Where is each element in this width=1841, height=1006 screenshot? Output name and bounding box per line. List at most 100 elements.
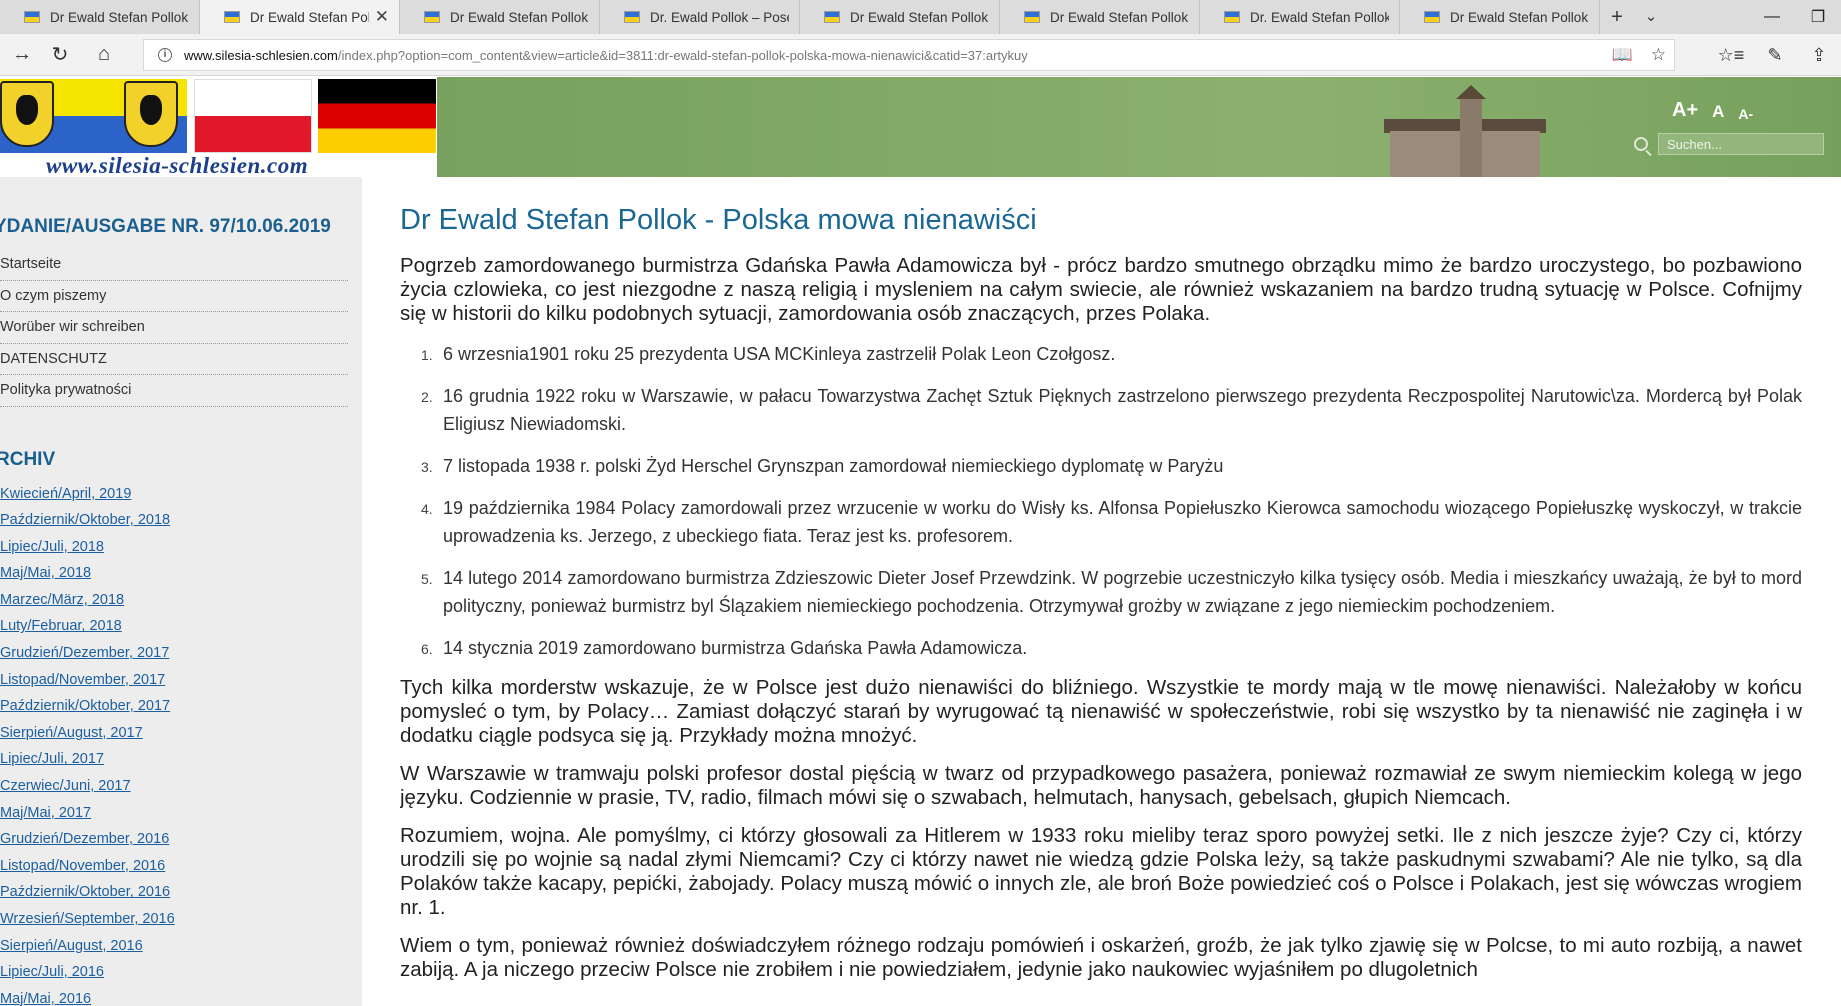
archive-link[interactable]: Lipiec/Juli, 2016 [0, 964, 104, 980]
menu-item-startseite[interactable]: Startseite [0, 249, 348, 281]
silesia-flag-favicon-icon [24, 11, 40, 23]
font-size-controls: A+ A A- [1672, 99, 1753, 122]
archive-item: Kwiecień/April, 2019 [0, 481, 348, 508]
browser-tab-bar: Dr Ewald Stefan Pollok - Kos Dr Ewald St… [0, 0, 1841, 34]
edition-heading: YDANIE/AUSGABE NR. 97/10.06.2019 [0, 216, 331, 237]
archive-item: Luty/Februar, 2018 [0, 613, 348, 640]
archive-link[interactable]: Lipiec/Juli, 2017 [0, 751, 104, 767]
archive-item: Maj/Mai, 2017 [0, 800, 348, 827]
archive-item: Grudzień/Dezember, 2017 [0, 640, 348, 667]
tab-list-chevron-down-icon[interactable]: ⌄ [1634, 0, 1668, 34]
archive-item: Lipiec/Juli, 2018 [0, 534, 348, 561]
archive-link[interactable]: Lipiec/Juli, 2018 [0, 539, 104, 555]
church-photo [1370, 85, 1550, 177]
silesia-eagle-coat-of-arms-icon [124, 81, 178, 147]
site-search [1634, 133, 1824, 155]
list-item-text: 14 lutego 2014 zamordowano burmistrza Zd… [443, 568, 1802, 616]
search-icon[interactable] [1634, 137, 1648, 151]
close-tab-icon[interactable]: ✕ [375, 7, 389, 27]
silesia-flag-favicon-icon [424, 11, 440, 23]
search-input[interactable] [1658, 133, 1824, 155]
silesia-flag-favicon-icon [1224, 11, 1240, 23]
archive-item: Listopad/November, 2017 [0, 667, 348, 694]
info-icon[interactable]: i [158, 48, 172, 62]
home-icon[interactable]: ⌂ [82, 34, 126, 76]
tab-title: Dr. Ewald Stefan Pollok - Po [1250, 9, 1389, 25]
share-icon[interactable]: ⇪ [1797, 45, 1841, 66]
archive-link[interactable]: Kwiecień/April, 2019 [0, 486, 131, 502]
pen-icon[interactable]: ✎ [1753, 45, 1797, 66]
browser-tab-8[interactable]: Dr Ewald Stefan Pollok - Oś [1400, 0, 1600, 34]
menu-item-polityka-prywatnosci[interactable]: Polityka prywatności [0, 375, 348, 407]
font-size-increase-button[interactable]: A+ [1672, 99, 1698, 122]
article-paragraph: W Warszawie w tramwaju polski profesor d… [400, 762, 1802, 809]
browser-tab-5[interactable]: Dr Ewald Stefan Pollok - Czy [800, 0, 1000, 34]
archive-link[interactable]: Wrzesień/September, 2016 [0, 911, 175, 927]
archive-link[interactable]: Czerwiec/Juni, 2017 [0, 778, 131, 794]
browser-tab-3[interactable]: Dr Ewald Stefan Pollok - Os [400, 0, 600, 34]
list-item: 6. 14 stycznia 2019 zamordowano burmistrz… [421, 638, 1028, 658]
tab-title: Dr Ewald Stefan Pollok - Oś [1450, 9, 1589, 25]
silesia-flag-favicon-icon [224, 11, 240, 23]
url-path: /index.php?option=com_content&view=artic… [337, 47, 1028, 63]
refresh-icon[interactable]: ↻ [38, 34, 82, 76]
browser-tab-7[interactable]: Dr. Ewald Stefan Pollok - Po [1200, 0, 1400, 34]
url-field[interactable]: i www.silesia-schlesien.com/index.php?op… [143, 39, 1675, 71]
archive-list: Kwiecień/April, 2019 Październik/Oktober… [0, 481, 348, 1006]
new-tab-plus-icon[interactable]: + [1600, 0, 1634, 34]
list-item: 2. 16 grudnia 1922 roku w Warszawie, w pa… [421, 386, 1802, 434]
menu-item-o-czym-piszemy[interactable]: O czym piszemy [0, 281, 348, 312]
menu-item-datenschutz[interactable]: DATENSCHUTZ [0, 344, 348, 375]
silesia-flag-favicon-icon [624, 11, 640, 23]
browser-tab-6[interactable]: Dr Ewald Stefan Pollok – Jak [1000, 0, 1200, 34]
browser-toolbar: ☆≡ ✎ ⇪ [1709, 34, 1841, 76]
germany-flag [318, 79, 436, 153]
sidebar: YDANIE/AUSGABE NR. 97/10.06.2019 Startse… [0, 177, 362, 1006]
archive-link[interactable]: Październik/Oktober, 2017 [0, 698, 170, 714]
browser-tab-4[interactable]: Dr. Ewald Pollok – Poseł Kry [600, 0, 800, 34]
menu-item-woruber-wir-schreiben[interactable]: Worüber wir schreiben [0, 312, 348, 344]
tab-title: Dr Ewald Stefan Pollok - Czy [850, 9, 989, 25]
article-paragraph: Tych kilka morderstw wskazuje, że w Pols… [400, 676, 1802, 747]
main-menu: Startseite O czym piszemy Worüber wir sc… [0, 249, 348, 407]
tab-title: Dr Ewald Stefan Pollok - Os [450, 9, 589, 25]
font-size-reset-button[interactable]: A [1712, 102, 1724, 122]
silesia-flag-favicon-icon [824, 11, 840, 23]
archive-link[interactable]: Październik/Oktober, 2018 [0, 512, 170, 528]
browser-tab-2-active[interactable]: Dr Ewald Stefan Pollok - ✕ [200, 0, 400, 34]
minimize-icon[interactable]: — [1749, 0, 1795, 34]
list-item: 5. 14 lutego 2014 zamordowano burmistrza … [421, 568, 1802, 616]
restore-icon[interactable]: ❐ [1795, 0, 1841, 34]
site-logo[interactable]: www.silesia-schlesien.com [0, 77, 437, 177]
archive-link[interactable]: Sierpień/August, 2016 [0, 938, 143, 954]
tab-title: Dr Ewald Stefan Pollok - Kos [50, 9, 189, 25]
url-domain: www.silesia-schlesien.com [184, 47, 338, 63]
browser-tab-1[interactable]: Dr Ewald Stefan Pollok - Kos [0, 0, 200, 34]
archive-item: Marzec/März, 2018 [0, 587, 348, 614]
article-paragraph: Rozumiem, wojna. Ale pomyślmy, ci którzy… [400, 824, 1802, 919]
archive-link[interactable]: Maj/Mai, 2018 [0, 565, 91, 581]
favorites-hub-icon[interactable]: ☆≡ [1709, 45, 1753, 66]
archive-item: Maj/Mai, 2018 [0, 560, 348, 587]
font-size-decrease-button[interactable]: A- [1738, 106, 1753, 122]
favorite-star-icon[interactable]: ☆ [1651, 45, 1666, 65]
murders-list: 1. 6 wrzesnia1901 roku 25 prezydenta USA … [400, 340, 1802, 662]
archive-item: Październik/Oktober, 2016 [0, 879, 348, 906]
archive-link[interactable]: Listopad/November, 2016 [0, 858, 165, 874]
reading-view-icon[interactable]: 📖 [1612, 45, 1633, 65]
archive-item: Sierpień/August, 2016 [0, 933, 348, 960]
archive-link[interactable]: Październik/Oktober, 2016 [0, 884, 170, 900]
list-item-text: 6 wrzesnia1901 roku 25 prezydenta USA MC… [443, 344, 1116, 364]
archive-link[interactable]: Maj/Mai, 2016 [0, 991, 91, 1006]
tab-title: Dr Ewald Stefan Pollok - [250, 9, 369, 25]
archive-link[interactable]: Grudzień/Dezember, 2016 [0, 831, 169, 847]
article-intro: Pogrzeb zamordowanego burmistrza Gdańska… [400, 254, 1802, 325]
archive-link[interactable]: Marzec/März, 2018 [0, 592, 124, 608]
archive-link[interactable]: Listopad/November, 2017 [0, 672, 165, 688]
list-item-text: 16 grudnia 1922 roku w Warszawie, w pała… [443, 386, 1802, 434]
archive-link[interactable]: Maj/Mai, 2017 [0, 805, 91, 821]
list-item: 4. 19 października 1984 Polacy zamordowal… [421, 498, 1802, 546]
archive-link[interactable]: Grudzień/Dezember, 2017 [0, 645, 169, 661]
archive-link[interactable]: Sierpień/August, 2017 [0, 725, 143, 741]
archive-link[interactable]: Luty/Februar, 2018 [0, 618, 122, 634]
